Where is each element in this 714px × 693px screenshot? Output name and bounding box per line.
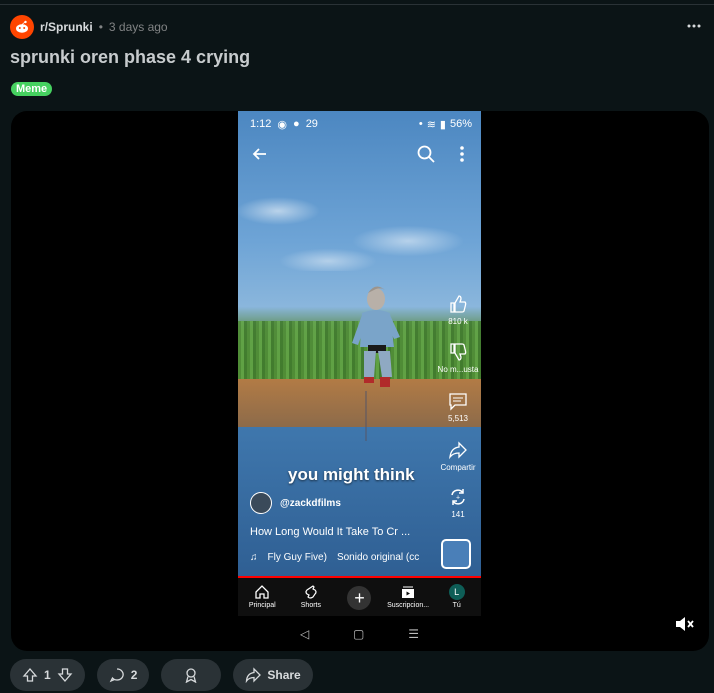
post-card: r/Sprunki • 3 days ago sprunki oren phas… xyxy=(0,0,714,693)
comments-button[interactable]: 5,513 xyxy=(428,391,481,423)
sky-clouds xyxy=(238,151,481,271)
like-count: 810 k xyxy=(448,317,468,326)
music-sound: Sonido original (cc xyxy=(336,552,420,563)
vote-count: 1 xyxy=(44,668,51,682)
nav-you-label: Tú xyxy=(452,602,461,609)
more-options-icon[interactable] xyxy=(682,14,706,38)
back-arrow-icon[interactable] xyxy=(250,144,270,164)
battery-level: 56% xyxy=(449,118,472,130)
system-back-icon[interactable]: ◁ xyxy=(300,627,309,641)
status-extra: 29 xyxy=(305,118,318,130)
share-button[interactable]: Share xyxy=(233,659,313,691)
battery-icon: ▮ xyxy=(439,118,446,131)
vote-control: 1 xyxy=(10,659,85,691)
character-figure xyxy=(352,286,400,387)
system-recents-icon[interactable]: ☰ xyxy=(408,627,419,641)
reddit-notification-icon: ● xyxy=(293,118,300,130)
shorts-icon xyxy=(305,585,317,599)
upvote-icon[interactable] xyxy=(22,667,38,683)
phone-status-bar: 1:12 ◉ ● 29 • ≋ ▮ 56% xyxy=(250,117,472,131)
downvote-icon[interactable] xyxy=(57,667,73,683)
divider xyxy=(0,4,714,5)
thumbs-down-icon xyxy=(450,343,467,361)
android-system-bar: ◁ ▢ ☰ xyxy=(238,616,481,651)
app-bottom-nav: Principal Shorts + Suscripcion... L Tú xyxy=(238,578,481,616)
remix-count: 141 xyxy=(451,510,465,519)
dislike-label: No m...usta xyxy=(437,365,479,374)
share-icon xyxy=(246,667,262,683)
search-icon[interactable] xyxy=(416,144,436,164)
nav-home-label: Principal xyxy=(248,602,276,609)
rope-line xyxy=(365,391,367,441)
music-artist: Fly Guy Five) xyxy=(267,552,327,563)
user-avatar: L xyxy=(448,584,465,600)
nav-create[interactable]: + xyxy=(335,584,383,610)
nav-you[interactable]: L Tú xyxy=(433,584,481,609)
video-player[interactable]: 1:12 ◉ ● 29 • ≋ ▮ 56% 810 k No m...usta … xyxy=(11,111,709,651)
status-time: 1:12 xyxy=(250,118,272,130)
thumbs-up-icon xyxy=(450,295,467,313)
wifi-icon: ≋ xyxy=(426,118,436,131)
share-label: Share xyxy=(267,668,301,682)
comment-count: 5,513 xyxy=(447,414,469,423)
nav-subscriptions[interactable]: Suscripcion... xyxy=(384,584,432,609)
channel-avatar[interactable] xyxy=(250,492,272,514)
music-row[interactable]: ♫ Fly Guy Five) Sonido original (cc xyxy=(250,552,460,563)
home-icon xyxy=(255,585,269,599)
comment-icon xyxy=(449,393,467,411)
nav-shorts-label: Shorts xyxy=(300,602,321,609)
video-caption: you might think xyxy=(288,465,415,484)
post-header: r/Sprunki • 3 days ago xyxy=(10,15,168,39)
comments-button[interactable]: 2 xyxy=(96,659,150,691)
mute-icon[interactable] xyxy=(673,613,695,635)
phone-screen-recording: 1:12 ◉ ● 29 • ≋ ▮ 56% 810 k No m...usta … xyxy=(238,111,481,651)
subscriptions-icon xyxy=(402,586,415,598)
channel-name[interactable]: @zackdfilms xyxy=(280,498,341,509)
subreddit-avatar-icon[interactable] xyxy=(10,15,34,39)
dislike-button[interactable]: No m...usta xyxy=(428,342,481,374)
like-button[interactable]: 810 k xyxy=(428,294,481,326)
post-title[interactable]: sprunki oren phase 4 crying xyxy=(10,47,250,68)
dot-icon: • xyxy=(418,118,423,130)
music-note-icon: ♫ xyxy=(250,552,258,563)
kebab-menu-icon[interactable] xyxy=(452,144,472,164)
share-arrow-icon xyxy=(449,441,467,460)
nav-shorts[interactable]: Shorts xyxy=(287,584,335,609)
system-home-icon[interactable]: ▢ xyxy=(353,627,364,641)
subreddit-name[interactable]: r/Sprunki xyxy=(40,20,93,34)
plus-icon: + xyxy=(347,586,372,610)
nav-home[interactable]: Principal xyxy=(238,584,286,609)
remix-button[interactable]: + 141 xyxy=(428,487,481,519)
nav-subscriptions-label: Suscripcion... xyxy=(387,602,430,609)
share-video-label: Compartir xyxy=(440,463,476,472)
post-time: 3 days ago xyxy=(108,20,168,34)
award-icon xyxy=(185,668,197,683)
remix-icon: + xyxy=(451,489,465,505)
svg-text:+: + xyxy=(456,495,460,502)
video-title[interactable]: How Long Would It Take To Cr ... xyxy=(250,526,410,538)
channel-row[interactable]: @zackdfilms xyxy=(250,491,341,515)
comment-count-label: 2 xyxy=(130,668,138,682)
post-actions: 1 2 Share xyxy=(10,659,313,691)
sound-thumbnail[interactable] xyxy=(441,539,471,569)
comment-bubble-icon xyxy=(109,668,124,683)
award-button[interactable] xyxy=(161,659,222,691)
flair-badge[interactable]: Meme xyxy=(11,82,53,96)
separator-dot: • xyxy=(98,20,103,34)
share-video-button[interactable]: Compartir xyxy=(428,440,481,472)
notification-icon: ◉ xyxy=(277,118,288,131)
